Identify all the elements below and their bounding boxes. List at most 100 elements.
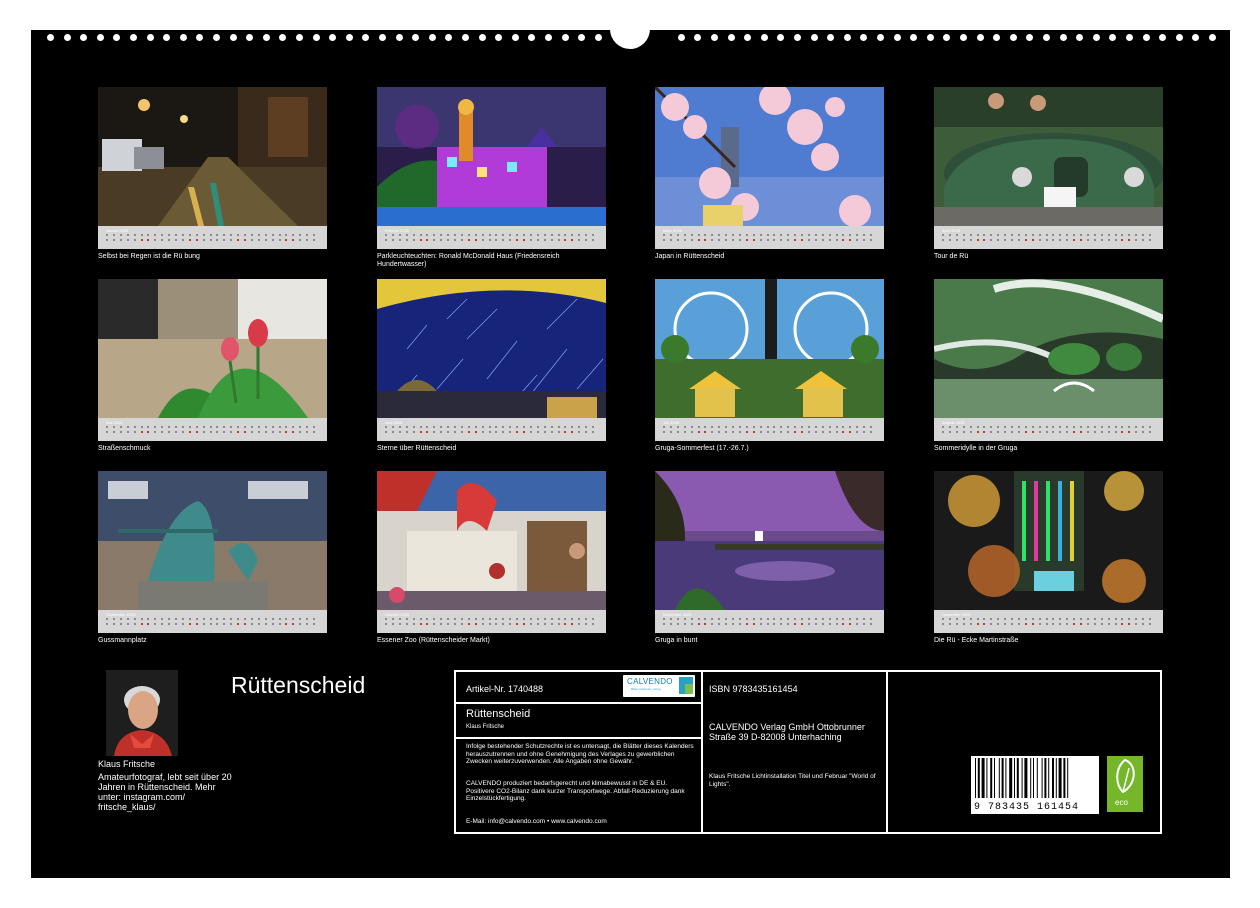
day-mark	[821, 234, 824, 236]
day-mark	[1100, 431, 1103, 433]
day-mark	[230, 426, 233, 428]
day-mark	[488, 239, 491, 241]
day-mark	[787, 431, 790, 433]
binding-ring-dot	[545, 34, 552, 41]
binding-ring-dot	[910, 34, 918, 41]
day-mark	[271, 239, 274, 241]
day-mark	[154, 623, 157, 625]
day-mark	[264, 239, 267, 241]
day-mark	[285, 618, 288, 620]
day-mark	[1107, 623, 1110, 625]
day-mark	[154, 618, 157, 620]
day-mark	[454, 234, 456, 236]
day-mark	[168, 426, 171, 428]
day-mark	[955, 239, 958, 241]
day-mark	[870, 431, 872, 433]
binding-ring-dot	[810, 34, 818, 41]
day-mark	[1038, 426, 1041, 428]
day-mark	[523, 618, 525, 620]
day-mark	[983, 431, 986, 433]
day-mark	[1128, 618, 1131, 620]
day-mark	[738, 431, 741, 433]
day-mark	[557, 426, 560, 428]
day-mark	[976, 426, 979, 428]
day-mark	[1121, 239, 1124, 241]
month-calendar-strip: Januar 2026	[98, 226, 327, 249]
day-mark	[440, 234, 443, 236]
day-mark	[1142, 426, 1145, 428]
month-caption: Japan in Rüttenscheid	[655, 253, 725, 260]
binding-ring-dot	[312, 34, 320, 41]
month-calendar-strip: Juni 2026	[377, 418, 606, 441]
day-mark	[147, 431, 150, 433]
day-mark	[106, 426, 108, 428]
day-mark	[502, 623, 505, 625]
day-mark	[766, 426, 769, 428]
day-mark	[1121, 623, 1124, 625]
day-mark	[460, 431, 463, 433]
day-mark	[669, 239, 672, 241]
day-mark	[1017, 426, 1020, 428]
day-mark	[697, 623, 700, 625]
day-mark	[278, 623, 281, 625]
day-mark	[112, 431, 115, 433]
day-mark	[140, 239, 143, 241]
day-mark	[391, 234, 394, 236]
day-mark	[412, 623, 415, 625]
day-mark	[1052, 431, 1055, 433]
day-mark	[787, 623, 790, 625]
day-mark	[849, 618, 852, 620]
day-mark	[447, 623, 450, 625]
day-mark	[467, 431, 470, 433]
author-portrait	[106, 670, 178, 756]
day-mark	[112, 426, 115, 428]
day-mark	[1093, 239, 1096, 241]
day-mark	[1011, 426, 1013, 428]
day-mark	[161, 426, 164, 428]
day-mark	[467, 234, 470, 236]
day-mark	[502, 431, 505, 433]
day-mark	[1080, 618, 1082, 620]
day-mark	[481, 426, 484, 428]
day-mark	[690, 623, 693, 625]
day-mark	[168, 618, 171, 620]
day-mark	[495, 239, 498, 241]
day-mark	[725, 618, 728, 620]
month-label: Juni 2026	[385, 420, 403, 425]
day-mark	[842, 618, 845, 620]
day-mark	[223, 623, 226, 625]
day-mark	[773, 239, 776, 241]
binding-ring-dot	[777, 34, 785, 41]
day-mark	[732, 426, 734, 428]
day-mark	[1066, 426, 1069, 428]
day-mark	[1066, 239, 1069, 241]
day-mark	[807, 618, 810, 620]
day-mark	[564, 618, 567, 620]
month-label: November 2026	[663, 612, 692, 617]
day-mark	[405, 234, 408, 236]
day-mark	[391, 239, 394, 241]
day-mark	[849, 431, 852, 433]
month-calendar-strip: Dezember 2026	[934, 610, 1163, 633]
day-mark	[385, 239, 387, 241]
binding-ring-dot	[827, 34, 835, 41]
day-mark	[942, 239, 944, 241]
day-mark	[536, 431, 539, 433]
day-mark	[997, 239, 1000, 241]
day-mark	[1086, 239, 1089, 241]
day-mark	[161, 239, 164, 241]
day-mark	[711, 239, 714, 241]
day-mark	[195, 431, 198, 433]
month-caption: Tour de Rü	[934, 253, 969, 260]
day-mark	[1038, 234, 1041, 236]
month-label: Februar 2026	[385, 228, 410, 233]
day-mark	[1066, 234, 1069, 236]
day-mark	[725, 623, 728, 625]
day-mark	[488, 426, 491, 428]
day-mark	[502, 239, 505, 241]
binding-ring-dot	[428, 34, 436, 41]
day-mark	[278, 431, 281, 433]
binding-ring-dot	[80, 34, 88, 41]
day-mark	[216, 623, 219, 625]
day-mark	[426, 618, 429, 620]
